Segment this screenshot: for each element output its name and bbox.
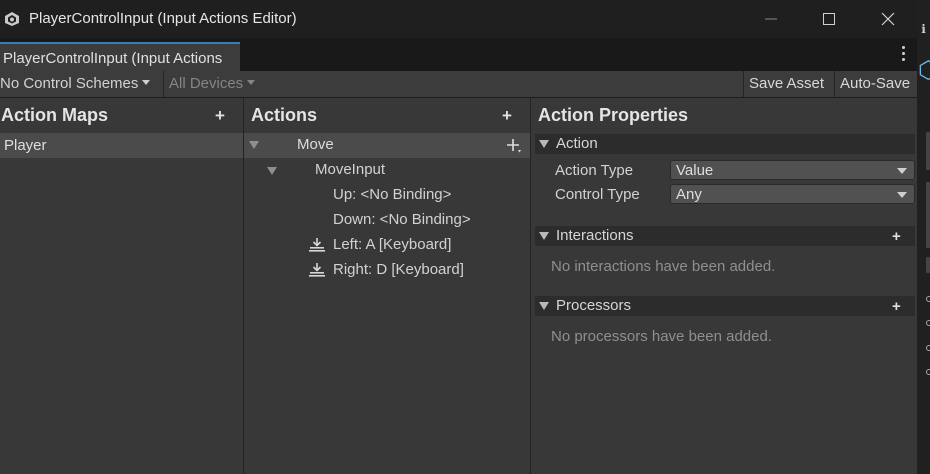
close-icon <box>881 12 895 26</box>
action-section-header[interactable]: Action <box>535 134 915 154</box>
action-section-label: Action <box>556 135 598 152</box>
maximize-icon <box>823 13 835 25</box>
tab-label: PlayerControlInput (Input Actions <box>3 50 223 67</box>
radio-icon <box>926 369 930 375</box>
editor-toolbar: No Control Schemes All Devices Save Asse… <box>0 71 917 98</box>
close-button[interactable] <box>859 0 917 38</box>
add-action-button[interactable]: + <box>502 107 512 124</box>
interactions-section-header[interactable]: Interactions + <box>535 226 915 246</box>
background-block <box>926 132 930 170</box>
control-type-value: Any <box>676 186 702 203</box>
collapse-triangle-icon[interactable] <box>539 140 549 148</box>
collapse-triangle-icon[interactable] <box>249 141 259 149</box>
actions-title: Actions <box>251 105 318 125</box>
chevron-down-icon <box>897 192 907 198</box>
background-block <box>926 182 930 248</box>
add-processor-button[interactable]: + <box>892 298 901 315</box>
processors-section-header[interactable]: Processors + <box>535 296 915 316</box>
chevron-down-icon <box>247 79 256 85</box>
add-binding-icon[interactable] <box>506 138 522 154</box>
action-map-item-player[interactable]: Player <box>0 133 243 158</box>
control-type-label: Control Type <box>555 186 640 203</box>
properties-header: Action Properties <box>531 98 917 132</box>
action-map-label: Player <box>4 137 47 154</box>
action-properties-pane: Action Properties <box>531 98 917 474</box>
binding-down[interactable]: Down: <No Binding> <box>333 211 471 228</box>
radio-icon <box>926 296 930 302</box>
kebab-menu-icon[interactable] <box>896 43 910 65</box>
minimize-button[interactable] <box>742 0 800 38</box>
action-label: Move <box>297 136 334 153</box>
window-title: PlayerControlInput (Input Actions Editor… <box>29 10 297 27</box>
interactions-empty-text: No interactions have been added. <box>551 258 776 275</box>
processors-section-label: Processors <box>556 297 632 314</box>
collapse-triangle-icon[interactable] <box>539 232 549 240</box>
control-type-dropdown[interactable]: Any <box>670 184 915 204</box>
minimize-icon <box>765 18 777 20</box>
action-maps-header: Action Maps + <box>0 98 243 132</box>
auto-save-toggle[interactable]: Auto-Save <box>835 71 910 97</box>
background-block <box>926 257 930 273</box>
binding-up[interactable]: Up: <No Binding> <box>333 186 451 203</box>
add-action-map-button[interactable]: + <box>215 107 225 124</box>
tab-player-control-input[interactable]: PlayerControlInput (Input Actions <box>0 42 240 71</box>
processors-empty-text: No processors have been added. <box>551 328 772 345</box>
collapse-triangle-icon[interactable] <box>539 302 549 310</box>
add-interaction-button[interactable]: + <box>892 228 901 245</box>
maximize-button[interactable] <box>800 0 858 38</box>
action-maps-title: Action Maps <box>1 105 109 125</box>
chevron-down-icon <box>142 79 151 85</box>
properties-title: Action Properties <box>538 105 689 125</box>
unity-input-icon <box>5 12 19 26</box>
save-asset-button[interactable]: Save Asset <box>744 71 824 97</box>
toolbar-divider <box>163 71 164 97</box>
control-schemes-label: No Control Schemes <box>0 75 139 92</box>
keyboard-binding-icon <box>309 263 325 277</box>
radio-icon <box>926 320 930 326</box>
devices-label: All Devices <box>169 75 244 92</box>
info-icon: ℹ <box>921 22 926 36</box>
action-row-move[interactable]: Move <box>244 133 530 158</box>
binding-left[interactable]: Left: A [Keyboard] <box>333 236 451 253</box>
interactions-section-label: Interactions <box>556 227 634 244</box>
keyboard-binding-icon <box>309 238 325 252</box>
control-schemes-dropdown[interactable]: No Control Schemes <box>0 71 151 97</box>
window-titlebar[interactable]: PlayerControlInput (Input Actions Editor… <box>0 0 917 38</box>
tab-bar: PlayerControlInput (Input Actions <box>0 38 917 71</box>
radio-icon <box>926 345 930 351</box>
action-type-label: Action Type <box>555 162 634 179</box>
devices-dropdown[interactable]: All Devices <box>169 71 256 97</box>
action-type-value: Value <box>676 162 714 179</box>
cube-icon: ⬡ <box>918 57 930 84</box>
collapse-triangle-icon[interactable] <box>267 167 277 175</box>
actions-header: Actions + <box>244 98 530 132</box>
chevron-down-icon <box>897 168 907 174</box>
action-maps-pane: Action Maps + Player <box>0 98 243 474</box>
action-type-dropdown[interactable]: Value <box>670 160 915 180</box>
composite-label[interactable]: MoveInput <box>315 161 385 178</box>
binding-right[interactable]: Right: D [Keyboard] <box>333 261 464 278</box>
actions-pane: Actions + Move MoveInput Up: <No Binding… <box>244 98 530 474</box>
